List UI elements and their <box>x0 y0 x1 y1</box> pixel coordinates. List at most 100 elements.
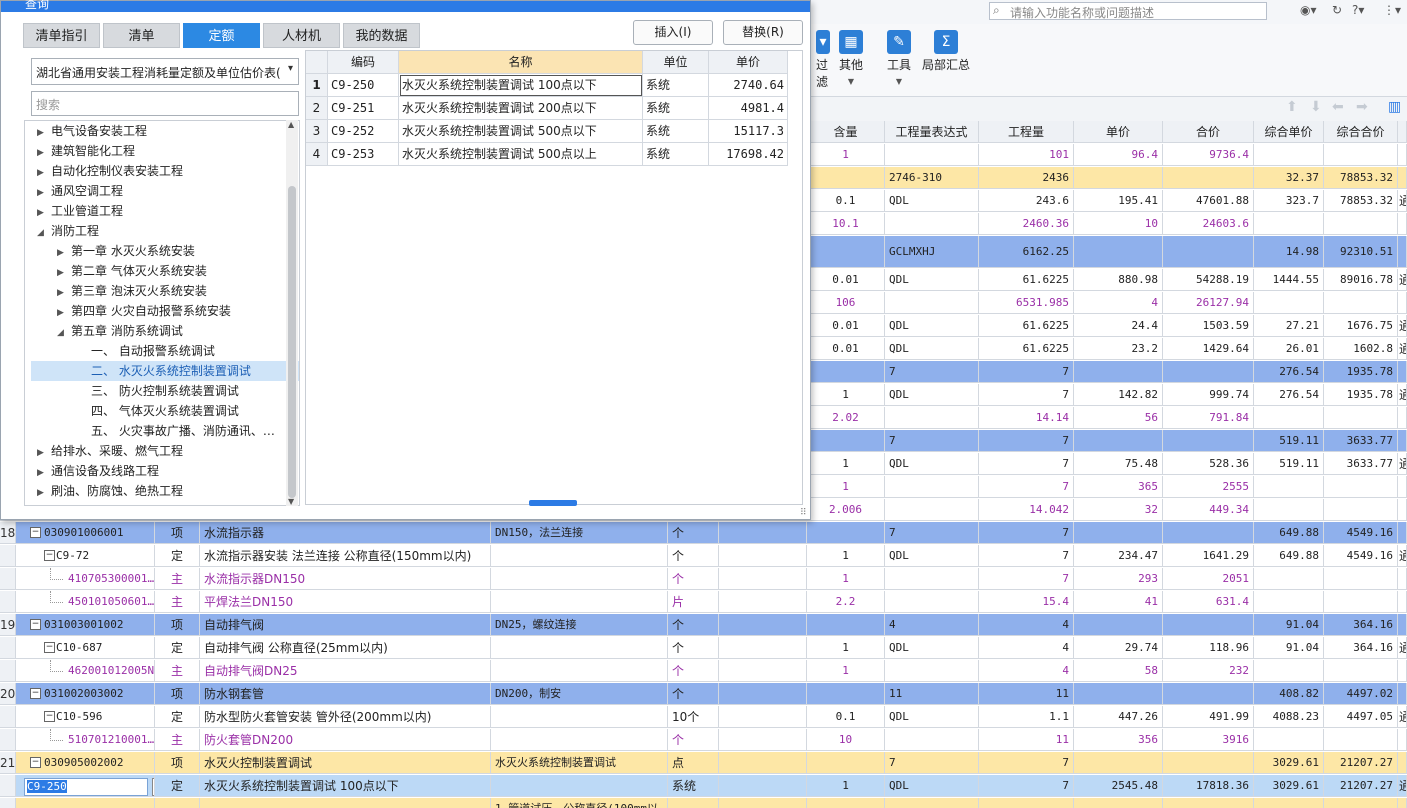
value-cell[interactable]: 364.16 <box>1324 614 1398 636</box>
value-cell[interactable] <box>885 729 979 751</box>
move-left-icon[interactable]: ⬅ <box>1332 99 1344 115</box>
value-cell[interactable] <box>1324 729 1398 751</box>
value-cell[interactable]: 21207.27 <box>1324 775 1398 797</box>
value-cell[interactable] <box>1163 614 1254 636</box>
value-cell[interactable]: 0.1 <box>807 190 885 212</box>
code-cell[interactable]: −030901006001 <box>16 522 155 544</box>
value-cell[interactable]: 3916 <box>1163 729 1254 751</box>
value-cell[interactable]: 631.4 <box>1163 591 1254 613</box>
value-cell[interactable]: 3029.61 <box>1254 752 1324 774</box>
avatar-icon[interactable]: ◉▾ <box>1300 3 1317 17</box>
value-cell[interactable]: 7 <box>979 453 1074 475</box>
refresh-icon[interactable]: ↻ <box>1332 3 1342 17</box>
value-cell[interactable] <box>885 499 979 521</box>
value-cell[interactable]: 2436 <box>979 167 1074 189</box>
value-cell[interactable]: 6531.985 <box>979 292 1074 314</box>
value-cell[interactable] <box>1074 522 1163 544</box>
value-cell[interactable]: 101 <box>979 144 1074 166</box>
value-cell[interactable]: 7 <box>979 361 1074 383</box>
value-cell[interactable]: 89016.78 <box>1324 269 1398 291</box>
value-cell[interactable] <box>885 568 979 590</box>
grid-row[interactable]: C9-250···定水灭火系统控制装置调试 100点以下 系统 1QDL72545.… <box>0 775 1407 798</box>
value-cell[interactable]: 78853.32 <box>1324 190 1398 212</box>
value-cell[interactable]: 7 <box>979 430 1074 452</box>
grid-row[interactable]: 510701210001… 主防火套管DN200 个 10 11 356 3916 <box>0 729 1407 752</box>
value-cell[interactable]: 1 <box>807 453 885 475</box>
value-cell[interactable] <box>807 522 885 544</box>
value-cell[interactable]: 75.48 <box>1074 453 1163 475</box>
tree-node[interactable]: 四、 气体灭火系统装置调试 <box>77 401 287 421</box>
collapse-icon[interactable]: − <box>44 711 55 722</box>
value-cell[interactable]: QDL <box>885 545 979 567</box>
value-cell[interactable] <box>1324 144 1398 166</box>
column-header[interactable]: 单价 <box>1074 121 1163 143</box>
tree-node[interactable]: ◢ 第五章 消防系统调试 <box>57 321 287 341</box>
tab-bill[interactable]: 清单 <box>103 23 180 48</box>
move-down-icon[interactable]: ⬇ <box>1310 99 1322 115</box>
value-cell[interactable]: 1935.78 <box>1324 384 1398 406</box>
value-cell[interactable] <box>1254 591 1324 613</box>
panel-splitter-handle[interactable] <box>529 500 577 506</box>
value-cell[interactable]: 7 <box>885 361 979 383</box>
function-search-input[interactable]: ⌕ 请输入功能名称或问题描述 <box>989 2 1267 20</box>
settings-icon[interactable]: ▥ <box>1388 99 1401 115</box>
ribbon-partial-sum-button[interactable]: Σ 局部汇总 <box>918 30 974 73</box>
expand-arrow-icon[interactable]: ◢ <box>37 223 51 243</box>
value-cell[interactable] <box>979 798 1074 808</box>
grid-row[interactable]: − C9-72 定水流指示器安装 法兰连接 公称直径(150mm以内) 个 1 QDL 7 2… <box>0 545 1407 568</box>
value-cell[interactable]: 232 <box>1163 660 1254 682</box>
value-cell[interactable]: 118.96 <box>1163 637 1254 659</box>
value-cell[interactable]: 17818.36 <box>1163 775 1254 797</box>
value-cell[interactable]: 0.01 <box>807 338 885 360</box>
value-cell[interactable]: 54288.19 <box>1163 269 1254 291</box>
expand-arrow-icon[interactable]: ▶ <box>57 263 71 283</box>
tree-scrollbar[interactable]: ▲ ▼ <box>286 120 298 506</box>
value-cell[interactable] <box>1324 591 1398 613</box>
value-cell[interactable]: 41 <box>1074 591 1163 613</box>
value-cell[interactable] <box>1074 683 1163 705</box>
tree-scroll-thumb[interactable] <box>288 186 296 498</box>
value-cell[interactable]: 0.01 <box>807 315 885 337</box>
value-cell[interactable] <box>1324 213 1398 235</box>
grid-row[interactable]: 1.管道试压、公称直径(100mm以 <box>0 798 1407 808</box>
value-cell[interactable]: 1602.8 <box>1324 338 1398 360</box>
value-cell[interactable]: 408.82 <box>1254 683 1324 705</box>
expand-arrow-icon[interactable]: ▶ <box>37 123 51 143</box>
code-cell[interactable] <box>16 798 155 808</box>
tab-my-data[interactable]: 我的数据 <box>343 23 420 48</box>
value-cell[interactable]: 1641.29 <box>1163 545 1254 567</box>
value-cell[interactable]: 4088.23 <box>1254 706 1324 728</box>
tree-node[interactable]: 一、 自动报警系统调试 <box>77 341 287 361</box>
table-row[interactable]: 1 C9-250 水灭火系统控制装置调试 100点以下 系统 2740.64 <box>306 74 802 97</box>
value-cell[interactable]: QDL <box>885 637 979 659</box>
value-cell[interactable]: 61.6225 <box>979 315 1074 337</box>
value-cell[interactable]: 142.82 <box>1074 384 1163 406</box>
quota-library-select[interactable]: 湖北省通用安装工程消耗量定额及单位估价表( ▾ <box>31 58 299 85</box>
column-header[interactable]: 合价 <box>1163 121 1254 143</box>
collapse-icon[interactable]: − <box>30 527 41 538</box>
code-cell[interactable]: 410705300001… <box>16 568 155 590</box>
value-cell[interactable] <box>885 476 979 498</box>
value-cell[interactable]: 7 <box>885 522 979 544</box>
more-icon[interactable]: ⋮▾ <box>1383 3 1401 17</box>
value-cell[interactable]: 7 <box>979 476 1074 498</box>
value-cell[interactable]: 14.98 <box>1254 236 1324 268</box>
value-cell[interactable]: 26.01 <box>1254 338 1324 360</box>
value-cell[interactable] <box>807 683 885 705</box>
value-cell[interactable]: 791.84 <box>1163 407 1254 429</box>
value-cell[interactable]: 10.1 <box>807 213 885 235</box>
table-row[interactable]: 3 C9-252 水灭火系统控制装置调试 500点以下 系统 15117.3 <box>306 120 802 143</box>
value-cell[interactable]: QDL <box>885 775 979 797</box>
value-cell[interactable]: 1 <box>807 545 885 567</box>
replace-button[interactable]: 替换(R) <box>723 20 803 45</box>
tree-search-input[interactable]: 搜索 <box>31 91 299 116</box>
value-cell[interactable]: 10 <box>1074 213 1163 235</box>
value-cell[interactable]: 1429.64 <box>1163 338 1254 360</box>
value-cell[interactable] <box>1324 568 1398 590</box>
code-cell[interactable]: −031002003002 <box>16 683 155 705</box>
value-cell[interactable] <box>1324 660 1398 682</box>
value-cell[interactable] <box>1074 798 1163 808</box>
expand-arrow-icon[interactable]: ▶ <box>37 163 51 183</box>
value-cell[interactable]: 7 <box>979 752 1074 774</box>
value-cell[interactable]: 91.04 <box>1254 614 1324 636</box>
